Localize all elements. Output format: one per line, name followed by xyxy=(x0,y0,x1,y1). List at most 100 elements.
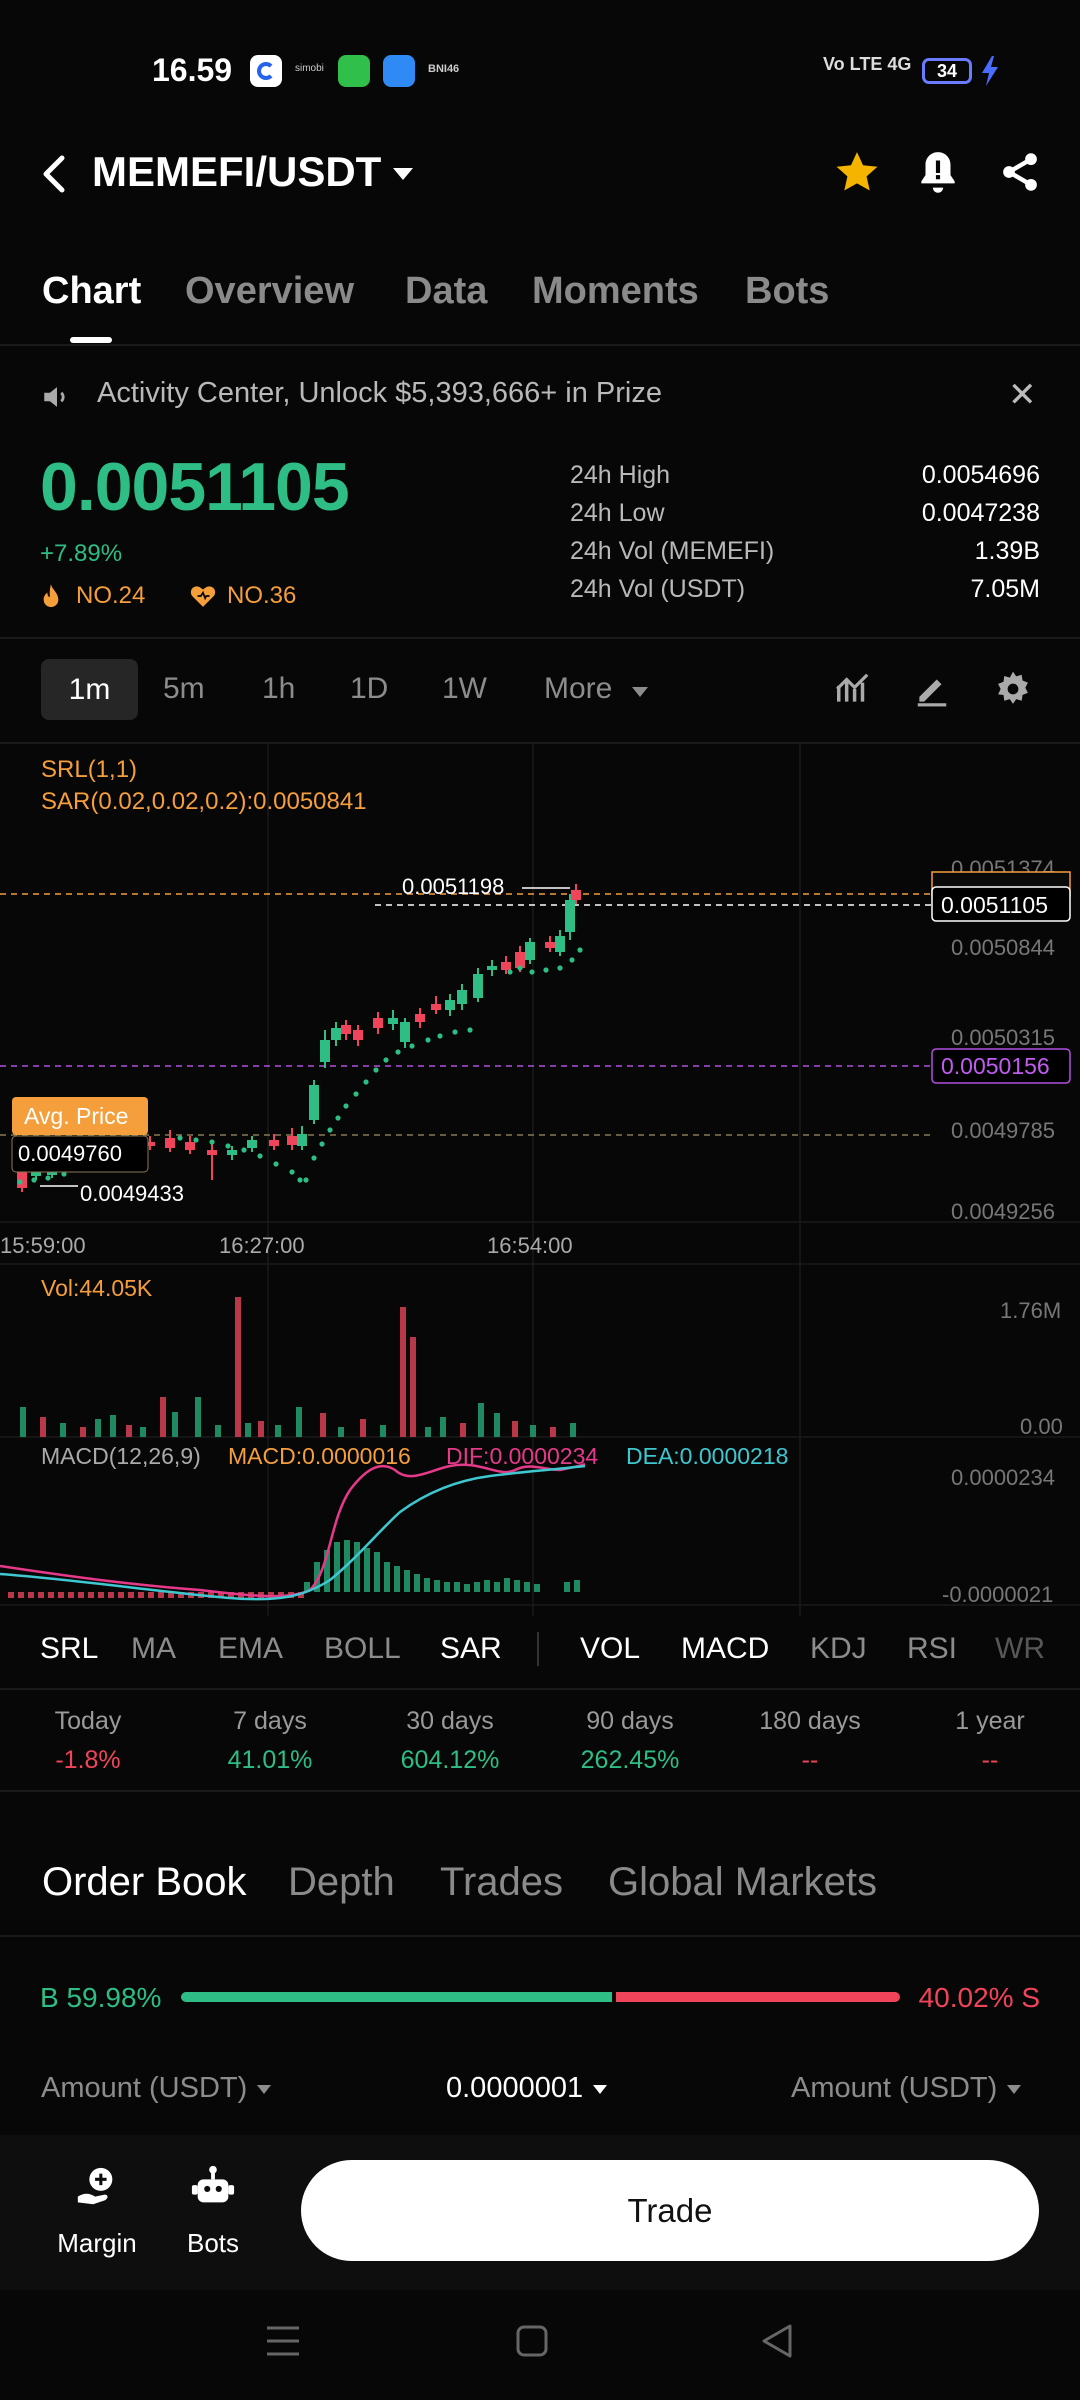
sar-dot xyxy=(343,1103,349,1109)
amount-left-dropdown[interactable]: Amount (USDT) xyxy=(41,2072,272,2105)
speaker-icon xyxy=(44,387,65,407)
tab-chart[interactable]: Chart xyxy=(42,270,141,313)
indicator-tab-wr[interactable]: WR xyxy=(995,1632,1045,1666)
sar-dot xyxy=(569,957,575,963)
divider xyxy=(0,1790,1080,1792)
tab-depth[interactable]: Depth xyxy=(288,1860,395,1905)
macd-bar xyxy=(494,1582,500,1592)
indicator-tab-macd[interactable]: MACD xyxy=(681,1632,769,1666)
back-nav-icon[interactable] xyxy=(760,2322,794,2360)
buy-ratio-bar xyxy=(181,1992,612,2002)
sar-dot xyxy=(363,1079,369,1085)
indicator-tab-srl[interactable]: SRL xyxy=(40,1632,98,1666)
volume-bar xyxy=(258,1421,264,1437)
stat-label-vol-base: 24h Vol (MEMEFI) xyxy=(570,537,775,565)
indicator-tab-ma[interactable]: MA xyxy=(131,1632,176,1666)
sell-ratio-bar xyxy=(616,1992,900,2002)
candlestick-chart[interactable]: SRL(1,1) SAR(0.02,0.02,0.2):0.0050841 0.… xyxy=(0,744,1080,1616)
indicator-tab-rsi[interactable]: RSI xyxy=(907,1632,957,1666)
candle-body xyxy=(571,890,581,900)
macd-bar xyxy=(524,1582,530,1592)
star-icon[interactable] xyxy=(832,148,882,198)
app-notification-icon xyxy=(250,55,282,87)
chevron-down-icon xyxy=(257,2084,272,2094)
back-icon[interactable] xyxy=(36,150,76,198)
macd-histogram xyxy=(8,1540,580,1598)
favorite-rank[interactable]: NO.36 xyxy=(227,582,296,610)
amount-left-label: Amount (USDT) xyxy=(41,2072,248,2104)
performance-value: 41.01% xyxy=(227,1746,313,1774)
macd-bar xyxy=(424,1578,430,1592)
home-icon[interactable] xyxy=(515,2324,549,2358)
margin-label[interactable]: Margin xyxy=(50,2228,144,2259)
timeframe-more[interactable]: More xyxy=(544,672,612,706)
macd-bar xyxy=(8,1592,14,1598)
indicator-icon[interactable] xyxy=(834,670,872,708)
sar-dot xyxy=(467,1027,473,1033)
candle-body xyxy=(415,1014,425,1022)
macd-bar xyxy=(38,1592,44,1598)
sar-dot xyxy=(241,1147,247,1153)
volume-bar xyxy=(235,1297,241,1437)
macd-bar xyxy=(514,1580,520,1592)
candle-body xyxy=(445,1000,455,1010)
volume-bar xyxy=(338,1427,344,1437)
settings-gear-icon[interactable] xyxy=(994,670,1032,708)
indicator-tab-boll[interactable]: BOLL xyxy=(324,1632,401,1666)
purple-price-tag-label: 0.0050156 xyxy=(941,1053,1050,1079)
draw-pencil-icon[interactable] xyxy=(913,670,951,708)
timeframe-1w[interactable]: 1W xyxy=(442,672,487,706)
tab-bots[interactable]: Bots xyxy=(745,270,829,313)
alert-bell-icon[interactable] xyxy=(913,148,963,198)
candle-body xyxy=(373,1018,383,1028)
indicator-tab-sar[interactable]: SAR xyxy=(440,1632,502,1666)
pair-title[interactable]: MEMEFI/USDT xyxy=(92,148,381,196)
bots-robot-icon[interactable] xyxy=(190,2164,236,2210)
x-tick-2: 16:54:00 xyxy=(487,1233,573,1258)
candle-body xyxy=(565,900,575,932)
trade-button[interactable]: Trade xyxy=(301,2160,1039,2261)
amount-right-dropdown[interactable]: Amount (USDT) xyxy=(791,2072,1022,2105)
dif-value: DIF:0.0000234 xyxy=(446,1443,598,1469)
macd-bar xyxy=(484,1580,490,1592)
bots-label[interactable]: Bots xyxy=(172,2228,254,2259)
tab-overview[interactable]: Overview xyxy=(185,270,354,313)
volume-bar xyxy=(172,1412,178,1437)
indicator-tab-ema[interactable]: EMA xyxy=(218,1632,283,1666)
timeframe-1h[interactable]: 1h xyxy=(262,672,295,706)
volume-bar xyxy=(478,1403,484,1437)
indicator-tab-vol[interactable]: VOL xyxy=(580,1632,640,1666)
candle-body xyxy=(165,1138,175,1148)
divider xyxy=(0,344,1080,346)
tab-data[interactable]: Data xyxy=(405,270,487,313)
pair-dropdown-icon[interactable] xyxy=(393,168,413,180)
macd-bar xyxy=(374,1552,380,1592)
timeframe-1m[interactable]: 1m xyxy=(41,659,138,720)
sar-dot xyxy=(517,965,523,971)
chevron-down-icon[interactable] xyxy=(632,687,648,697)
share-icon[interactable] xyxy=(998,150,1042,194)
tab-trades[interactable]: Trades xyxy=(440,1860,563,1905)
margin-icon[interactable] xyxy=(74,2164,120,2210)
chat-app-icon xyxy=(338,55,370,87)
close-icon[interactable]: ✕ xyxy=(1008,375,1037,415)
volume-bar xyxy=(126,1425,132,1437)
indicator-divider xyxy=(537,1632,539,1666)
hot-rank[interactable]: NO.24 xyxy=(76,582,145,610)
indicator-tab-kdj[interactable]: KDJ xyxy=(810,1632,867,1666)
recent-apps-icon[interactable] xyxy=(265,2324,301,2358)
tab-moments[interactable]: Moments xyxy=(532,270,699,313)
tab-global-markets[interactable]: Global Markets xyxy=(608,1860,877,1905)
sar-dot xyxy=(273,1161,279,1167)
promo-banner-text[interactable]: Activity Center, Unlock $5,393,666+ in P… xyxy=(97,377,662,410)
tab-order-book[interactable]: Order Book xyxy=(42,1860,247,1905)
sar-dot xyxy=(193,1137,199,1143)
volume-bar xyxy=(40,1417,46,1437)
candle-body xyxy=(269,1140,279,1146)
timeframe-1d[interactable]: 1D xyxy=(350,672,388,706)
macd-bar xyxy=(474,1582,480,1592)
macd-bar xyxy=(118,1592,124,1598)
precision-dropdown[interactable]: 0.0000001 xyxy=(446,2072,608,2105)
volume-bar xyxy=(275,1425,281,1437)
timeframe-5m[interactable]: 5m xyxy=(163,672,205,706)
